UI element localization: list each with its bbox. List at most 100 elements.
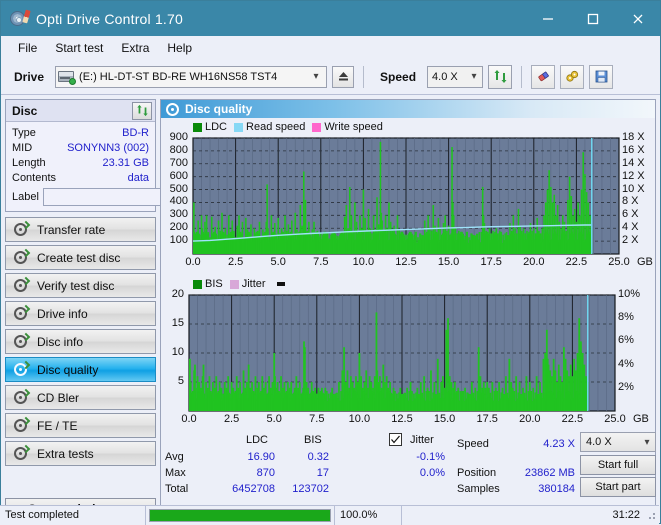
legend-label-bis: BIS [205,278,223,290]
x-axis-tick: 12.5 [382,413,422,425]
sidebar-item-transfer-rate[interactable]: Transfer rate [5,217,156,242]
x-axis-tick: 17.5 [467,413,507,425]
y2-axis-tick: 6% [618,334,657,346]
drive-select-value: (E:) HL-DT-ST BD-RE WH16NS58 TST4 [79,71,308,83]
total-bis-value: 123702 [275,483,329,495]
toolbar-divider-1 [363,66,364,88]
progress-bar [149,509,331,522]
disc-refresh-button[interactable] [132,102,152,120]
disc-properties: Type BD-R MID SONYNN3 (002) Length 23.31… [6,122,155,211]
sidebar-item-fe-te[interactable]: FE / TE [5,413,156,438]
menu-item-file[interactable]: File [9,39,46,57]
save-button[interactable] [589,65,613,89]
start-full-button[interactable]: Start full [580,455,656,475]
ldc-chart-legend: LDC Read speed Write speed [163,120,653,134]
x-axis-tick: 7.5 [297,413,337,425]
disc-type-value: BD-R [122,127,149,139]
jitter-checkbox[interactable] [389,433,402,446]
disc-info-icon [13,334,28,349]
y2-axis-tick: 4% [618,358,657,370]
stats-row-total: Total [165,483,188,495]
drive-select[interactable]: (E:) HL-DT-ST BD-RE WH16NS58 TST4 ▾ [55,66,327,88]
minimize-icon[interactable] [525,1,570,36]
position-stat-label: Position [457,467,496,479]
sidebar-item-label: Transfer rate [37,223,105,237]
disc-mid-value: SONYNN3 (002) [67,142,149,154]
y-axis-tick: 5 [163,375,184,387]
y2-axis-tick: 12 X [622,170,657,182]
speed-select[interactable]: 4.0 X ▾ [427,66,483,88]
x-axis-tick: 10.0 [343,256,383,268]
x-axis-tick: 15.0 [429,256,469,268]
sidebar-item-verify-test-disc[interactable]: Verify test disc [5,273,156,298]
x-axis-unit: GB [633,413,649,425]
main-area: Disc Type BD-R MID SONYNN3 (002) [1,95,660,524]
disc-row-length: Length 23.31 GB [12,155,149,170]
fe-te-icon [13,418,28,433]
status-bar: Test completed 100.0% 31:22 [0,505,659,524]
legend-label-read-speed: Read speed [246,121,305,133]
y-axis-tick: 600 [163,170,188,182]
cursor-marker-icon [277,282,285,286]
x-axis-tick: 5.0 [254,413,294,425]
maximize-icon[interactable] [570,1,615,36]
cd-bler-icon [13,390,28,405]
nav-list: Transfer rate Create test disc Verify te… [5,217,156,466]
menu-item-help[interactable]: Help [158,39,201,57]
eject-button[interactable] [332,66,354,88]
samples-stat-label: Samples [457,483,500,495]
sidebar-item-create-test-disc[interactable]: Create test disc [5,245,156,270]
samples-stat-value: 380184 [501,483,575,495]
bis-chart[interactable]: 51015202%4%6%8%10%0.02.55.07.510.012.515… [163,291,653,431]
menu-item-extra[interactable]: Extra [112,39,158,57]
tools-button[interactable] [560,65,584,89]
menu-bar: File Start test Extra Help [1,36,660,59]
disc-row-mid: MID SONYNN3 (002) [12,140,149,155]
y-axis-tick: 500 [163,183,188,195]
resize-grip-icon[interactable] [645,509,657,521]
y-axis-tick: 700 [163,157,188,169]
legend-label-write-speed: Write speed [324,121,383,133]
sidebar-item-label: Drive info [37,307,88,321]
sidebar: Disc Type BD-R MID SONYNN3 (002) [1,95,160,524]
x-axis-tick: 17.5 [471,256,511,268]
max-bis-value: 17 [279,467,329,479]
y2-axis-tick: 10 X [622,183,657,195]
sidebar-item-cd-bler[interactable]: CD Bler [5,385,156,410]
disc-contents-label: Contents [12,172,56,184]
erase-button[interactable] [531,65,555,89]
status-message: Test completed [0,506,145,525]
disc-label-label: Label [12,191,39,203]
disc-type-label: Type [12,127,36,139]
y2-axis-tick: 16 X [622,144,657,156]
sidebar-item-label: CD Bler [37,391,79,405]
x-axis-tick: 20.0 [510,413,550,425]
window-title: Opti Drive Control 1.70 [36,11,525,27]
sidebar-item-disc-info[interactable]: Disc info [5,329,156,354]
sidebar-item-drive-info[interactable]: Drive info [5,301,156,326]
test-speed-select[interactable]: 4.0 X ▾ [580,432,656,452]
y2-axis-tick: 14 X [622,157,657,169]
sidebar-item-extra-tests[interactable]: Extra tests [5,441,156,466]
legend-label-ldc: LDC [205,121,227,133]
speed-select-value: 4.0 X [432,71,458,83]
x-axis-tick: 2.5 [212,413,252,425]
ldc-chart[interactable]: 1002003004005006007008009002 X4 X6 X8 X1… [163,134,653,274]
x-axis-tick: 20.0 [514,256,554,268]
max-ldc-value: 870 [219,467,275,479]
disc-quality-icon [166,103,179,116]
extra-tests-icon [13,446,28,461]
bis-chart-legend: BIS Jitter [163,277,653,291]
charts-area: LDC Read speed Write speed 1002003004005… [161,118,655,431]
sidebar-item-disc-quality[interactable]: Disc quality [5,357,156,382]
close-icon[interactable] [615,1,660,36]
menu-item-start-test[interactable]: Start test [46,39,112,57]
page-title: Disc quality [185,102,252,116]
stats-col-bis: BIS [304,434,322,446]
jitter-label: Jitter [410,434,434,446]
sidebar-item-label: Extra tests [37,447,94,461]
x-axis-tick: 22.5 [556,256,596,268]
start-part-button[interactable]: Start part [580,477,656,497]
avg-jitter-value: -0.1% [389,451,445,463]
refresh-button[interactable] [488,65,512,89]
